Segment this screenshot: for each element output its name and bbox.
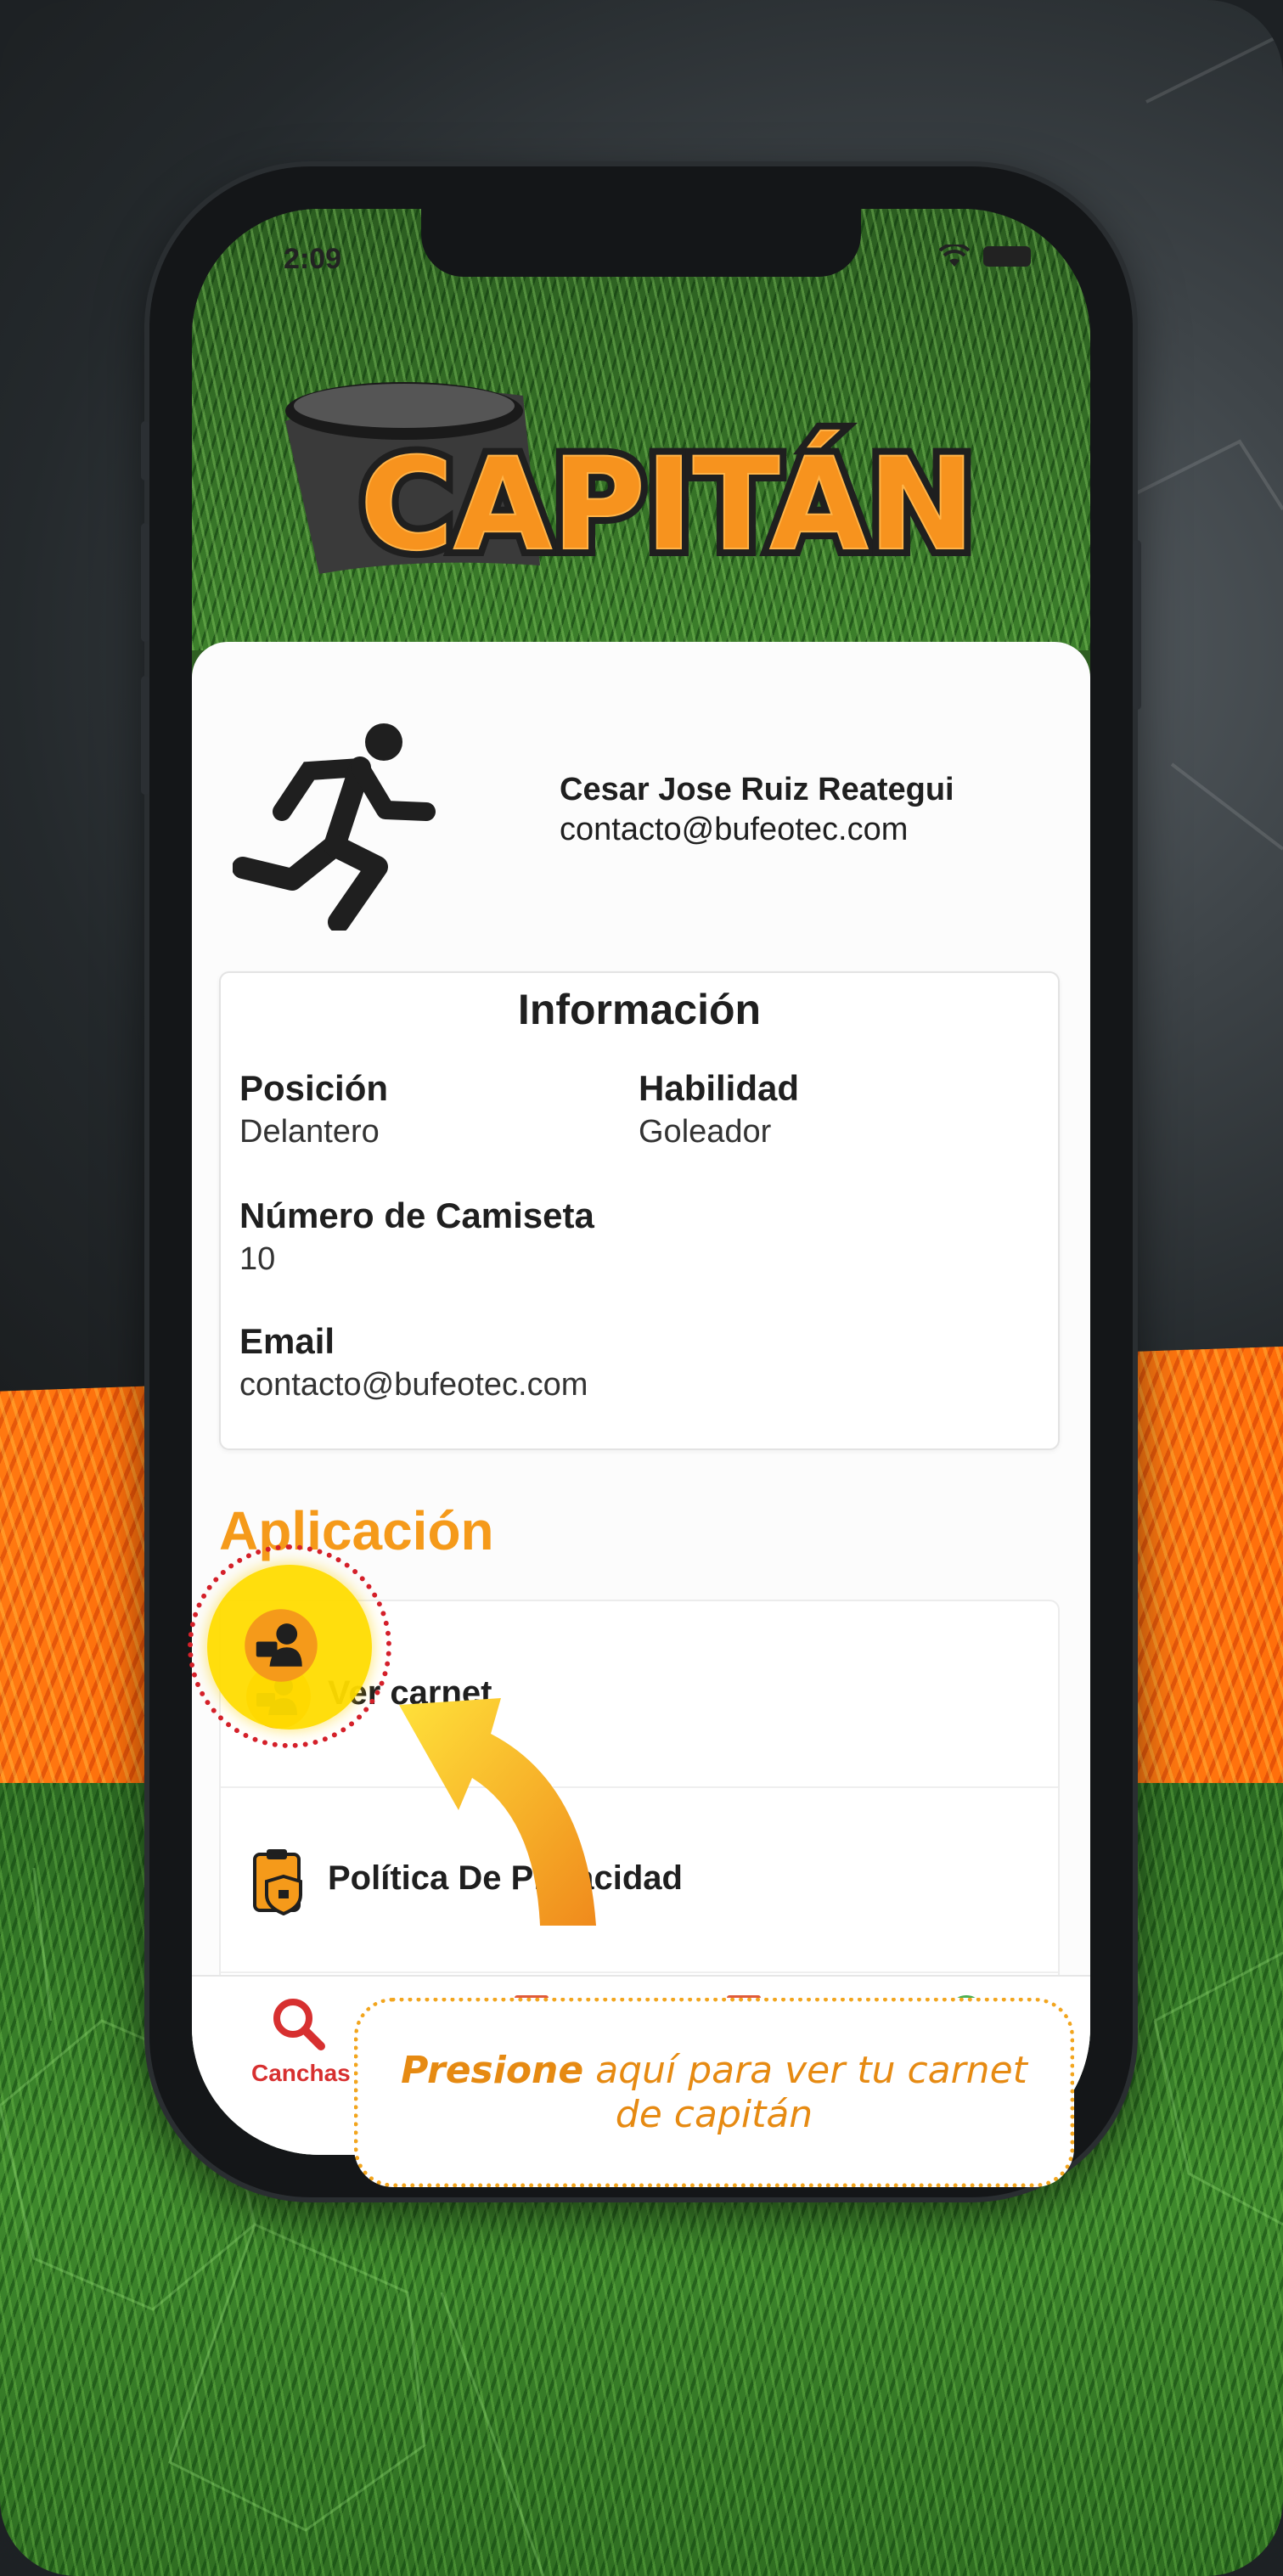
status-icons [939,245,1031,268]
tutorial-screen: 2:09 CAPITÁN CAPITÁN Cesar Jose Ruiz Rea… [0,0,1283,2576]
shirt-number-label: Número de Camiseta [239,1195,594,1235]
search-icon [273,1999,325,2050]
tooltip-text: aquí para ver tu carnet de capitán [583,2048,1027,2136]
info-title: Información [517,986,762,1033]
profile-card: Cesar Jose Ruiz Reategui contacto@bufeot… [192,642,1090,2155]
tab-canchas-label: Canchas [251,2060,351,2086]
skill-value: Goleador [639,1114,772,1150]
power-button [1133,540,1141,710]
menu-item-privacy-policy[interactable]: Política De Privacidad [221,1786,1058,1973]
battery-icon [983,246,1031,267]
position-label: Posición [239,1068,389,1108]
info-panel: Información Posición Delantero Habilidad… [219,971,1060,1450]
capitan-logo: CAPITÁN CAPITÁN [285,382,982,587]
user-name: Cesar Jose Ruiz Reategui [560,772,954,807]
shirt-number-value: 10 [239,1241,276,1277]
mute-switch [141,421,149,481]
tooltip-emphasis: Presione [401,2048,584,2092]
tutorial-tooltip: Presione aquí para ver tu carnet de capi… [354,1998,1074,2187]
notch [421,209,861,277]
phone-frame: 2:09 CAPITÁN CAPITÁN Cesar Jose Ruiz Rea… [141,166,1141,2197]
phone-screen: 2:09 CAPITÁN CAPITÁN Cesar Jose Ruiz Rea… [192,209,1090,2155]
skill-label: Habilidad [639,1068,800,1108]
highlighted-id-card-icon [245,1609,318,1682]
runner-icon [233,723,436,931]
pointer-arrow-icon [399,1698,596,1926]
email-label: Email [239,1321,335,1361]
volume-down-button [141,676,149,795]
logo-text: CAPITÁN [360,430,975,579]
position-value: Delantero [239,1114,380,1150]
volume-up-button [141,523,149,642]
user-email: contacto@bufeotec.com [560,812,909,847]
privacy-shield-icon [253,1849,302,1915]
email-value: contacto@bufeotec.com [239,1367,588,1403]
status-time: 2:09 [284,243,342,275]
wifi-icon [939,245,970,267]
